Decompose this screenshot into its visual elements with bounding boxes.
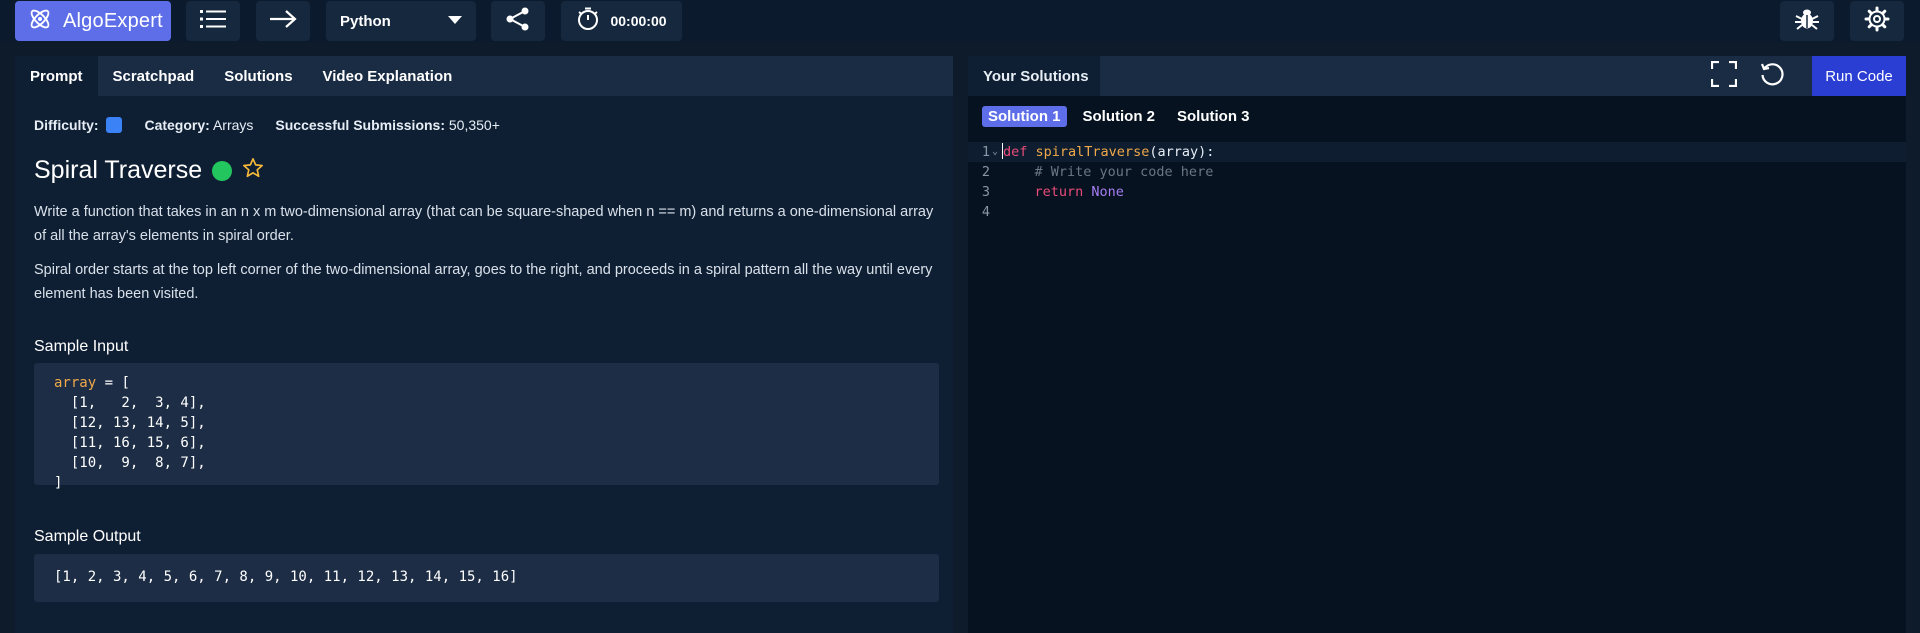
sample-input-line: [1, 2, 3, 4], — [54, 395, 206, 411]
chevron-down-icon — [448, 12, 462, 30]
category-value: Arrays — [212, 117, 254, 133]
code-text: return None — [1002, 182, 1124, 202]
sample-output-label: Sample Output — [34, 528, 141, 545]
editor-line[interactable]: 4 — [968, 202, 1906, 222]
fullscreen-icon — [1710, 60, 1738, 92]
gear-icon — [1864, 6, 1890, 37]
prompt-tabs: Prompt Scratchpad Solutions Video Explan… — [15, 56, 953, 96]
tab-solution-1[interactable]: Solution 1 — [982, 106, 1067, 127]
sample-input-line: [11, 16, 15, 6], — [54, 435, 206, 451]
keyword-none: None — [1091, 184, 1124, 200]
sample-input-line: ] — [54, 475, 63, 491]
solution-panel-header: Your Solutions Run Code — [968, 56, 1906, 96]
category-label: Category: — [144, 117, 210, 133]
star-icon[interactable] — [242, 157, 264, 184]
tab-prompt[interactable]: Prompt — [15, 56, 98, 96]
difficulty-square-icon — [106, 117, 123, 133]
tab-your-solutions[interactable]: Your Solutions — [968, 56, 1100, 96]
top-bar: AlgoExpert Python 00:00:00 — [0, 0, 1920, 42]
algoexpert-logo-button[interactable]: AlgoExpert — [15, 1, 171, 41]
tab-solutions[interactable]: Solutions — [209, 56, 307, 96]
sample-input-line: [10, 9, 8, 7], — [54, 455, 206, 471]
share-button[interactable] — [491, 1, 545, 41]
category: Category: Arrays — [144, 117, 253, 133]
question-title: Spiral Traverse — [34, 156, 203, 184]
line-number: 3 — [981, 184, 990, 200]
editor-line[interactable]: 3 return None — [968, 182, 1906, 202]
line-number: 4 — [981, 204, 990, 220]
editor-line[interactable]: 1 ⌄ def spiralTraverse(array): — [968, 142, 1906, 162]
stopwatch-icon — [576, 7, 600, 36]
prompt-paragraph-1: Write a function that takes in an n x m … — [34, 204, 934, 244]
prompt-panel: Prompt Scratchpad Solutions Video Explan… — [15, 56, 953, 633]
fullscreen-button[interactable] — [1704, 56, 1744, 96]
timer-value: 00:00:00 — [610, 13, 667, 29]
difficulty: Difficulty: — [34, 117, 123, 133]
sample-input-var: array — [54, 375, 97, 391]
tab-scratchpad[interactable]: Scratchpad — [98, 56, 210, 96]
tab-solution-2[interactable]: Solution 2 — [1077, 106, 1162, 127]
sample-output-code: [1, 2, 3, 4, 5, 6, 7, 8, 9, 10, 11, 12, … — [34, 554, 939, 602]
next-question-button[interactable] — [256, 1, 310, 41]
completion-status-icon — [212, 160, 233, 181]
line-number: 1 — [981, 144, 990, 160]
difficulty-label: Difficulty: — [34, 117, 99, 133]
sample-input-label: Sample Input — [34, 338, 129, 355]
settings-button[interactable] — [1850, 1, 1904, 41]
submissions-value: 50,350+ — [448, 117, 500, 133]
reset-code-button[interactable] — [1752, 56, 1792, 96]
fold-chevron-icon[interactable]: ⌄ — [992, 142, 1002, 162]
solution-tabs: Solution 1 Solution 2 Solution 3 — [982, 106, 1256, 127]
code-comment: # Write your code here — [1002, 164, 1214, 180]
atom-logo-icon — [27, 6, 53, 37]
arrow-right-icon — [269, 9, 297, 34]
function-name: spiralTraverse — [1035, 144, 1150, 160]
run-code-button[interactable]: Run Code — [1812, 56, 1906, 96]
sample-input-code: array = [ [1, 2, 3, 4], [12, 13, 14, 5],… — [34, 363, 939, 491]
keyword-def: def — [1003, 144, 1028, 160]
function-params: (array): — [1149, 144, 1215, 160]
list-icon — [200, 9, 226, 34]
question-title-row: Spiral Traverse — [34, 156, 264, 185]
sample-output-value: [1, 2, 3, 4, 5, 6, 7, 8, 9, 10, 11, 12, … — [54, 569, 518, 585]
code-text: def spiralTraverse(array): — [1002, 142, 1214, 162]
language-label: Python — [340, 12, 391, 30]
tab-solution-3[interactable]: Solution 3 — [1171, 106, 1256, 127]
logo-text: AlgoExpert — [63, 9, 163, 32]
timer-button[interactable]: 00:00:00 — [561, 1, 682, 41]
code-editor[interactable]: 1 ⌄ def spiralTraverse(array): 2 # Write… — [968, 142, 1906, 222]
line-number: 2 — [981, 164, 990, 180]
submissions-label: Successful Submissions: — [275, 117, 445, 133]
submissions: Successful Submissions: 50,350+ — [275, 117, 500, 133]
prompt-paragraph-2: Spiral order starts at the top left corn… — [34, 262, 933, 302]
question-meta: Difficulty: Category: Arrays Successful … — [34, 117, 500, 133]
share-icon — [505, 6, 531, 37]
solution-panel: Your Solutions Run Code Solution 1 Solut… — [968, 56, 1906, 633]
debug-button[interactable] — [1780, 1, 1834, 41]
tab-video-explanation[interactable]: Video Explanation — [308, 56, 468, 96]
language-select[interactable]: Python — [326, 1, 476, 41]
sample-input-open: = [ — [96, 375, 130, 391]
bug-icon — [1794, 7, 1820, 36]
editor-line[interactable]: 2 # Write your code here — [968, 162, 1906, 182]
keyword-return: return — [1002, 184, 1084, 200]
sample-input-line: [12, 13, 14, 5], — [54, 415, 206, 431]
reset-icon — [1759, 61, 1785, 92]
question-list-button[interactable] — [186, 1, 240, 41]
